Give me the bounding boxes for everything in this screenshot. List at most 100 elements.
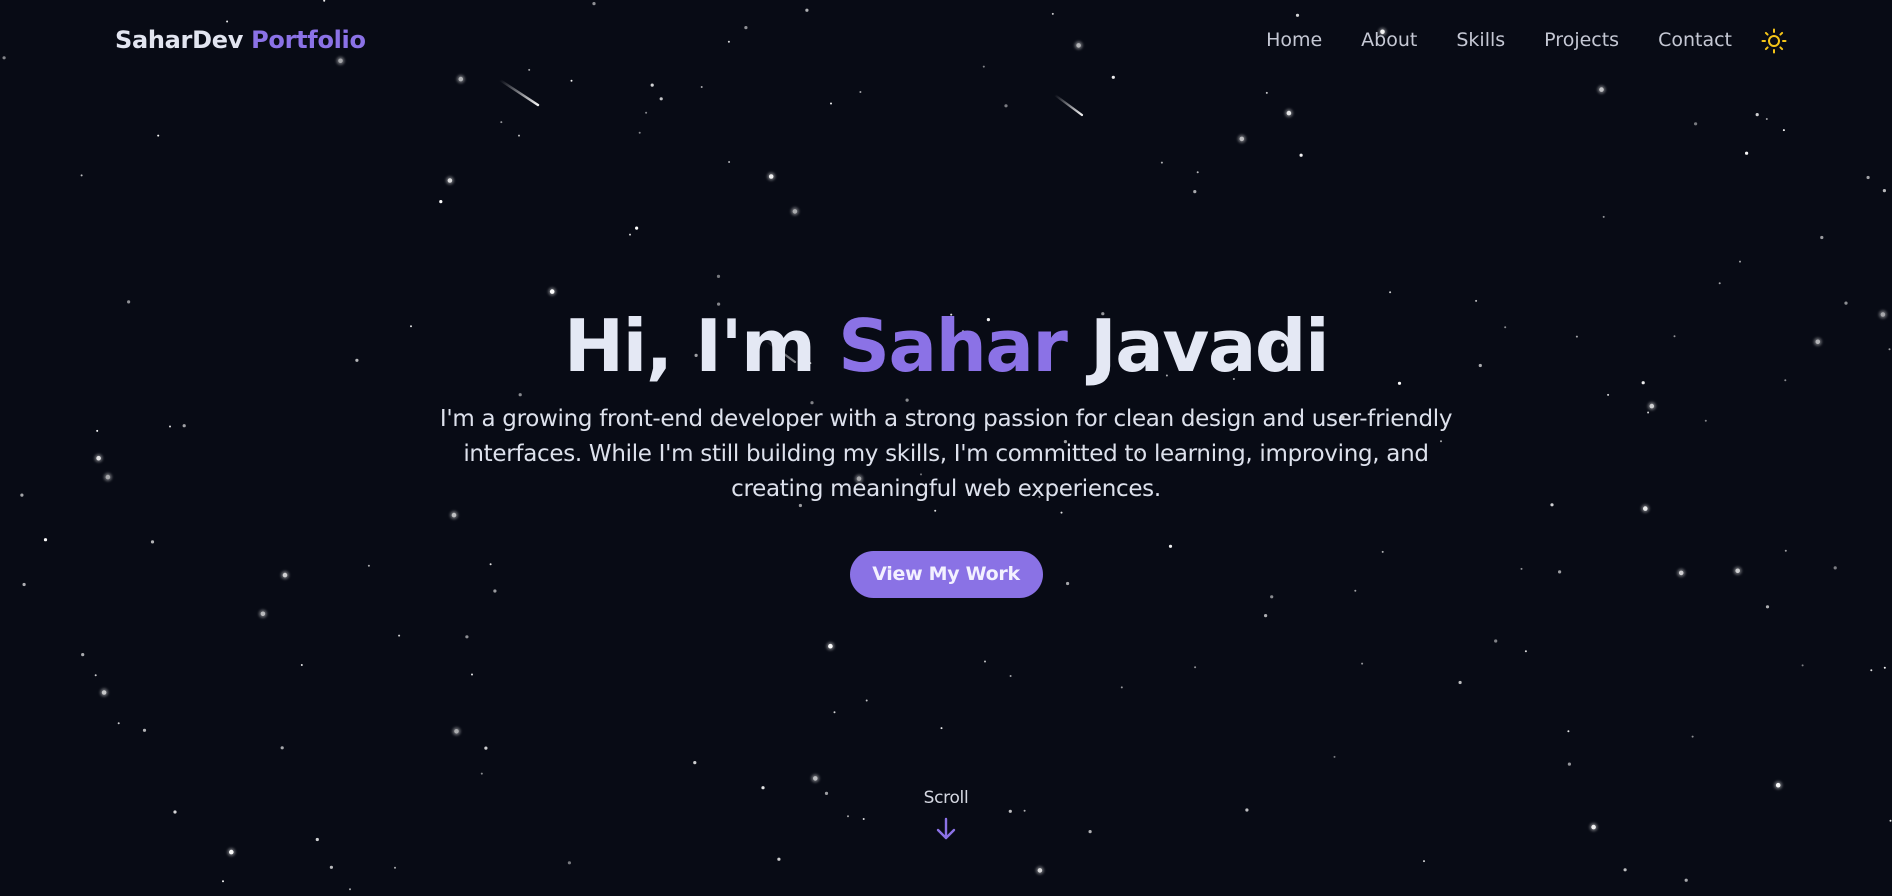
- star: [1567, 762, 1571, 766]
- star: [500, 121, 503, 124]
- star: [300, 664, 303, 666]
- star: [1194, 666, 1197, 669]
- star: [693, 761, 697, 765]
- logo-main: SaharDev: [115, 26, 244, 54]
- star: [1389, 291, 1392, 294]
- nav-link-projects[interactable]: Projects: [1544, 29, 1619, 51]
- nav-link-skills[interactable]: Skills: [1456, 29, 1505, 51]
- star: [518, 134, 520, 137]
- star: [329, 865, 333, 869]
- star: [229, 849, 234, 855]
- star: [1718, 282, 1721, 285]
- star: [280, 746, 284, 750]
- star: [465, 635, 469, 639]
- star: [1782, 129, 1785, 132]
- nav-link-contact[interactable]: Contact: [1658, 29, 1732, 51]
- star: [117, 722, 120, 725]
- star: [1196, 171, 1199, 174]
- page: SaharDev Portfolio Home About Skills Pro…: [0, 0, 1892, 896]
- star: [1623, 868, 1627, 872]
- star: [471, 673, 473, 676]
- star: [1694, 122, 1698, 126]
- star: [1567, 730, 1570, 733]
- star: [1239, 136, 1245, 142]
- star: [567, 861, 572, 865]
- star: [984, 660, 986, 663]
- star: [1458, 680, 1462, 685]
- star: [645, 111, 648, 114]
- star: [865, 699, 868, 702]
- star: [828, 643, 833, 649]
- star: [222, 880, 224, 883]
- star: [101, 690, 107, 695]
- star: [484, 746, 488, 750]
- star: [728, 161, 731, 163]
- scroll-indicator[interactable]: Scroll: [0, 788, 1892, 842]
- view-my-work-button[interactable]: View My Work: [849, 551, 1043, 598]
- star: [792, 209, 798, 214]
- hero-greeting: Hi, I'm: [563, 304, 816, 388]
- star: [1004, 104, 1008, 108]
- star: [1745, 151, 1749, 155]
- star: [638, 131, 641, 134]
- star: [830, 102, 832, 105]
- star: [349, 888, 351, 891]
- star: [1299, 153, 1303, 157]
- star: [1423, 860, 1425, 863]
- hero-title: Hi, I'm Sahar Javadi: [0, 300, 1892, 392]
- star: [1265, 91, 1268, 94]
- star: [1775, 782, 1781, 788]
- star: [1602, 215, 1605, 218]
- star: [1120, 686, 1123, 689]
- nav-link-about[interactable]: About: [1361, 29, 1417, 51]
- nav-link-home[interactable]: Home: [1266, 29, 1322, 51]
- star: [447, 178, 453, 183]
- star: [1264, 614, 1268, 618]
- star: [777, 857, 781, 861]
- star: [700, 86, 703, 88]
- logo-accent: Portfolio: [251, 26, 366, 54]
- star: [1037, 868, 1043, 873]
- star: [1524, 650, 1527, 653]
- star: [480, 772, 483, 775]
- star: [1494, 639, 1498, 643]
- star: [1684, 878, 1688, 882]
- star: [439, 200, 443, 204]
- star: [716, 274, 721, 278]
- star: [1755, 113, 1759, 117]
- shooting-star: [1053, 93, 1084, 117]
- star: [1866, 175, 1870, 180]
- star: [1801, 664, 1804, 667]
- navbar: SaharDev Portfolio Home About Skills Pro…: [0, 0, 1892, 84]
- hero-last-name: Javadi: [1090, 304, 1330, 388]
- star: [549, 289, 555, 294]
- star: [1820, 235, 1824, 240]
- theme-toggle-button[interactable]: [1760, 27, 1788, 55]
- star: [1691, 735, 1694, 738]
- star: [1870, 669, 1873, 672]
- star: [768, 174, 774, 179]
- hero-description: I'm a growing front-end developer with a…: [439, 406, 1453, 502]
- star: [629, 233, 631, 236]
- star: [94, 674, 97, 677]
- star: [940, 727, 943, 730]
- sun-icon: [1761, 28, 1787, 54]
- star: [142, 728, 147, 732]
- star: [394, 866, 396, 869]
- star: [260, 611, 266, 617]
- star: [1883, 666, 1886, 669]
- star: [833, 711, 836, 714]
- star: [1882, 189, 1886, 193]
- star: [398, 634, 401, 637]
- star: [1333, 755, 1336, 758]
- hero-first-name: Sahar: [838, 304, 1068, 388]
- scroll-label: Scroll: [923, 788, 969, 808]
- star: [1739, 260, 1741, 263]
- star: [1361, 662, 1364, 665]
- star: [1765, 605, 1770, 609]
- star: [80, 174, 83, 177]
- star: [813, 776, 818, 781]
- star: [659, 97, 663, 101]
- star: [1599, 87, 1604, 92]
- logo[interactable]: SaharDev Portfolio: [115, 26, 366, 54]
